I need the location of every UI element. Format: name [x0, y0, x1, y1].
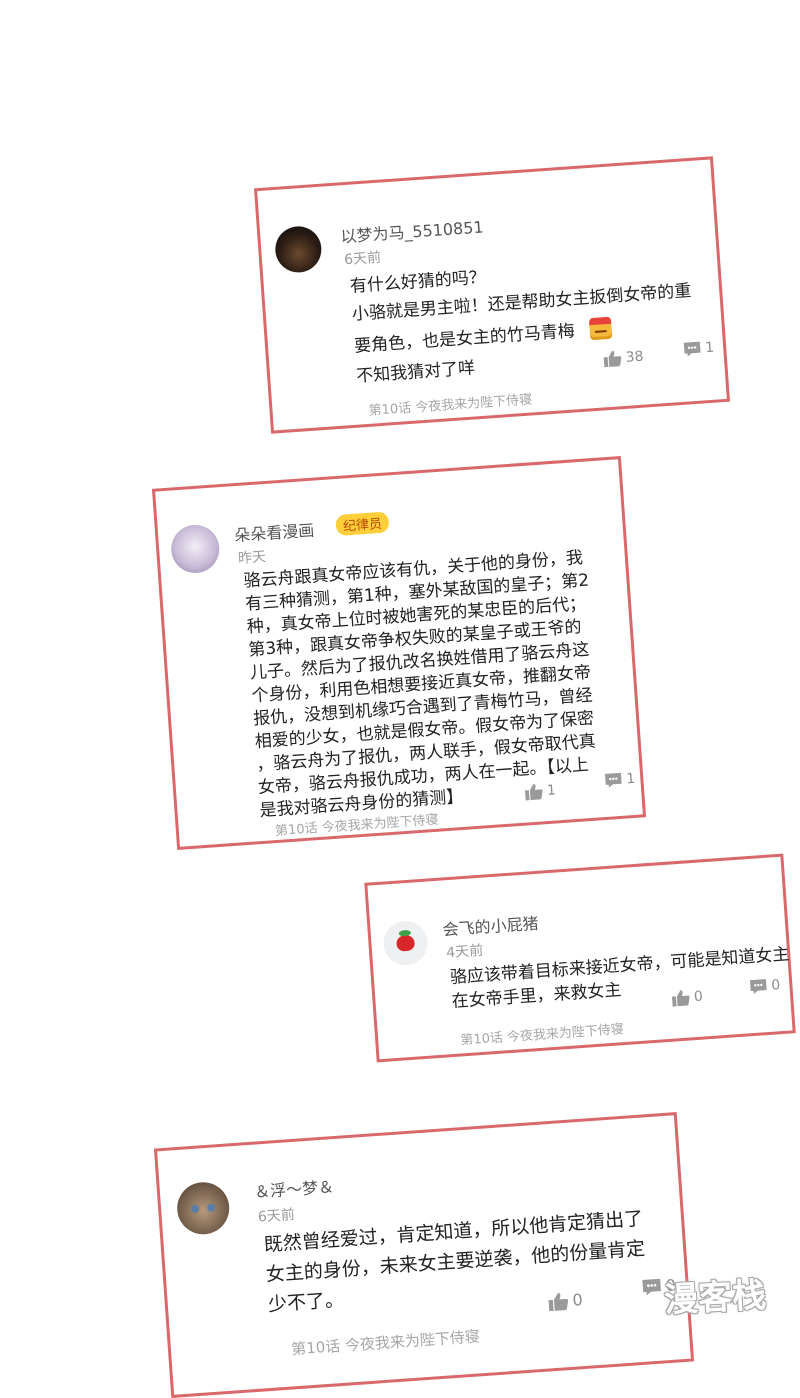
comment-icon — [642, 1278, 661, 1295]
avatar[interactable] — [382, 919, 430, 967]
avatar[interactable] — [169, 523, 221, 575]
comment-icon — [749, 979, 767, 994]
thumbs-up-icon — [524, 783, 543, 801]
comment-line: 要角色，也是女主的竹马青梅 — [353, 321, 576, 357]
comment-icon — [683, 341, 701, 357]
like-button[interactable]: 38 — [603, 349, 644, 368]
username[interactable]: 以梦为马_5510851 — [340, 213, 485, 247]
comment-line: 少不了。 — [267, 1288, 345, 1316]
like-count: 38 — [625, 348, 645, 366]
avatar[interactable] — [273, 224, 323, 274]
thumbs-up-icon — [671, 990, 690, 1007]
comment-card-3: 会飞的小屁猪 4天前 骆应该带着目标来接近女帝，可能是知道女主 在女帝手里，来救… — [364, 853, 796, 1063]
avatar[interactable] — [175, 1180, 231, 1237]
reply-count: 1 — [625, 770, 636, 788]
discipline-badge: 纪律员 — [335, 511, 390, 537]
timestamp: 4天前 — [445, 942, 484, 962]
username[interactable]: 朵朵看漫画 — [233, 517, 315, 547]
thumbs-up-icon — [603, 350, 622, 368]
thumbs-up-icon — [548, 1292, 569, 1311]
like-count: 0 — [571, 1290, 584, 1310]
watermark-logo: 漫客栈 — [663, 1275, 768, 1321]
comment-line: 有什么好猜的吗？ — [349, 267, 487, 297]
comment-card-2: 朵朵看漫画 纪律员 昨天 骆云舟跟真女帝应该有仇，关于他的身份，我 有三种猜测，… — [151, 456, 647, 850]
username[interactable]: ＆浮～梦＆ — [253, 1173, 335, 1203]
smirk-emoji-icon — [588, 316, 613, 341]
chapter-link[interactable]: 第10话 今夜我来为陛下侍寝 — [368, 388, 532, 418]
like-button[interactable]: 1 — [524, 782, 557, 801]
like-button[interactable]: 0 — [671, 988, 704, 1007]
timestamp: 6天前 — [257, 1206, 296, 1226]
chapter-link[interactable]: 第10话 今夜我来为陛下侍寝 — [460, 1018, 624, 1048]
timestamp: 昨天 — [237, 549, 267, 567]
like-count: 0 — [693, 988, 704, 1006]
reply-button[interactable]: 1 — [604, 771, 636, 789]
comment-line: 不知我猜对了咩 — [355, 358, 476, 387]
comment-card-4: ＆浮～梦＆ 6天前 既然曾经爱过，肯定知道，所以他肯定猜出了 女主的身份，未来女… — [153, 1112, 695, 1398]
comment-icon — [604, 772, 622, 788]
like-button[interactable]: 0 — [548, 1290, 583, 1311]
timestamp: 6天前 — [343, 249, 382, 269]
username[interactable]: 会飞的小屁猪 — [442, 910, 539, 941]
reply-button[interactable]: 0 — [749, 977, 781, 995]
reply-count: 0 — [770, 977, 781, 994]
like-count: 1 — [546, 782, 557, 799]
comment-card-1: 以梦为马_5510851 6天前 有什么好猜的吗？ 小骆就是男主啦！还是帮助女主… — [253, 156, 731, 434]
reply-button[interactable]: 1 — [683, 340, 715, 358]
reply-count: 1 — [704, 339, 715, 357]
chapter-link[interactable]: 第10话 今夜我来为陛下侍寝 — [291, 1325, 481, 1359]
comment-line: 在女帝手里，来救女主 — [451, 980, 623, 1013]
